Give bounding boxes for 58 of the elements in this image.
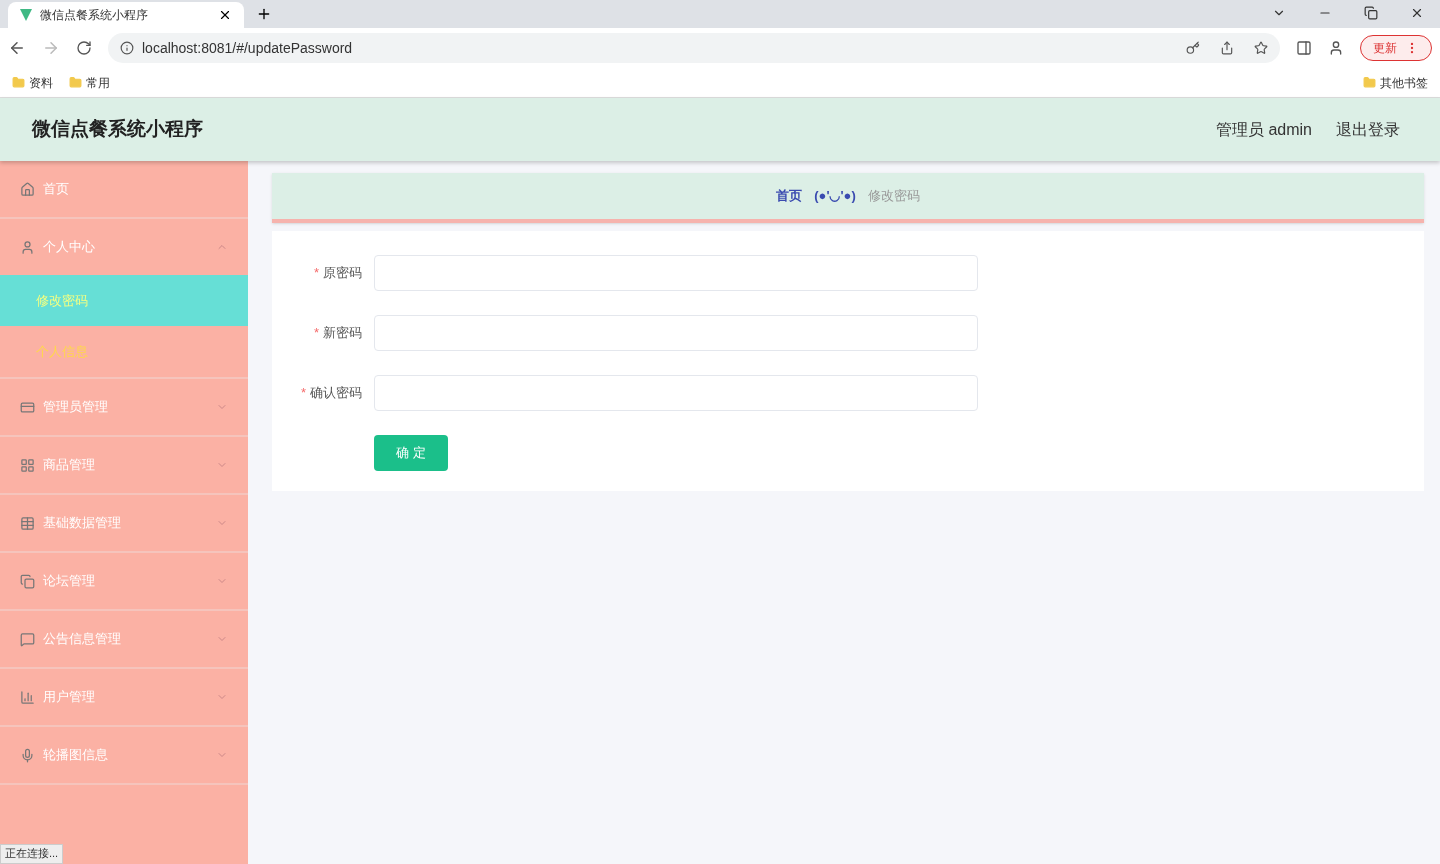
folder-icon	[1363, 76, 1376, 89]
field-label: * 确认密码	[299, 384, 363, 403]
new-tab-icon[interactable]	[256, 6, 272, 22]
user-label: 管理员 admin	[1215, 119, 1312, 140]
other-bookmarks[interactable]: 其他书签	[1380, 73, 1428, 92]
sidebar-item[interactable]: 论坛管理	[0, 553, 248, 609]
star-icon[interactable]	[1254, 41, 1268, 55]
sidebar-item[interactable]: 公告信息管理	[0, 611, 248, 667]
sidebar-item[interactable]: 个人中心	[0, 219, 248, 275]
profile-icon[interactable]	[1328, 40, 1344, 56]
breadcrumb-current: 修改密码	[867, 187, 920, 206]
sidebar-item[interactable]: 轮播图信息	[0, 727, 248, 783]
chat-icon	[20, 631, 35, 647]
info-icon	[120, 41, 134, 55]
browser-tab[interactable]: 微信点餐系统小程序	[8, 2, 244, 28]
key-icon[interactable]	[1186, 41, 1200, 55]
url-text: localhost:8081/#/updatePassword	[142, 38, 354, 58]
sidebar-item[interactable]: 基础数据管理	[0, 495, 248, 551]
password-field[interactable]	[374, 315, 978, 351]
sidebar-item[interactable]: 首页	[0, 161, 248, 217]
breadcrumb-home[interactable]: 首页	[776, 186, 803, 206]
field-label: * 新密码	[312, 324, 363, 343]
vue-logo-icon	[20, 9, 32, 21]
side-panel-icon[interactable]	[1296, 40, 1312, 56]
home-icon	[20, 181, 35, 197]
card-icon	[20, 399, 35, 415]
bookmark[interactable]: 资料	[29, 73, 53, 92]
folder-icon	[12, 76, 25, 89]
address-bar[interactable]: localhost:8081/#/updatePassword	[108, 33, 1280, 63]
close-icon[interactable]	[218, 8, 232, 22]
update-button[interactable]: 更新	[1360, 35, 1432, 61]
sidebar-item[interactable]: 商品管理	[0, 437, 248, 493]
reload-icon[interactable]	[76, 40, 92, 56]
status-bar: 正在连接...	[0, 844, 64, 864]
breadcrumb-separator: (●'◡'●)	[814, 187, 856, 206]
sidebar-item[interactable]: 管理员管理	[0, 379, 248, 435]
microphone-icon	[20, 747, 35, 763]
submenu-item[interactable]: 修改密码	[0, 275, 248, 326]
submenu-item[interactable]: 个人信息	[0, 326, 248, 377]
copy-icon	[20, 573, 35, 589]
logout-link[interactable]: 退出登录	[1336, 117, 1400, 142]
table-icon	[20, 515, 35, 531]
field-label: * 原密码	[312, 264, 363, 283]
user-icon	[20, 239, 35, 255]
bookmark[interactable]: 常用	[86, 73, 110, 92]
restore-icon[interactable]	[1364, 6, 1378, 20]
back-icon[interactable]	[8, 39, 26, 57]
bar-chart-icon	[20, 689, 35, 705]
close-window-icon[interactable]	[1410, 6, 1424, 20]
sidebar-item[interactable]: 用户管理	[0, 669, 248, 725]
password-field[interactable]	[374, 375, 978, 411]
app-title: 微信点餐系统小程序	[32, 117, 203, 142]
password-field[interactable]	[374, 255, 978, 291]
grid-icon	[20, 457, 35, 473]
folder-icon	[69, 76, 82, 89]
share-icon[interactable]	[1220, 41, 1234, 55]
confirm-button[interactable]: 确 定	[374, 435, 448, 471]
tab-title: 微信点餐系统小程序	[40, 7, 149, 24]
